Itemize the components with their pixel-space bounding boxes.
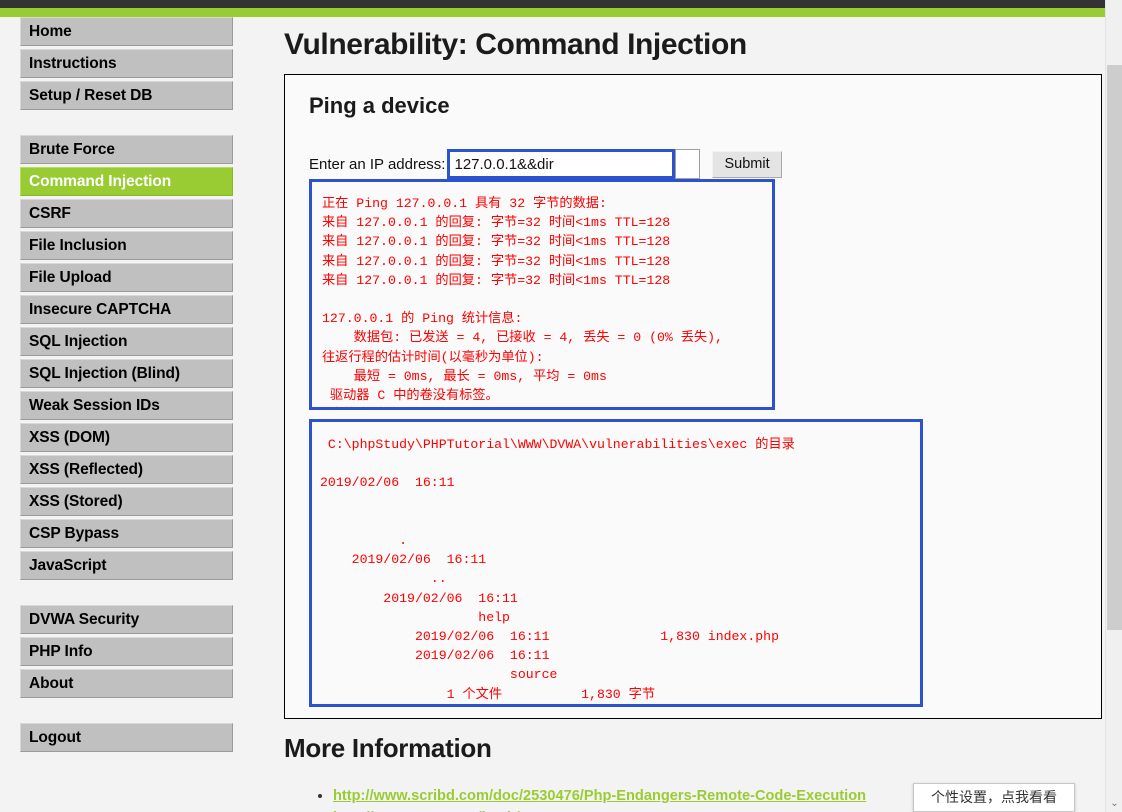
page-title: Vulnerability: Command Injection bbox=[284, 28, 747, 61]
top-dark-bar bbox=[0, 0, 1122, 8]
top-green-bar bbox=[0, 8, 1122, 17]
sidebar-group-main: Home Instructions Setup / Reset DB bbox=[0, 17, 255, 110]
browser-page: Home Instructions Setup / Reset DB Brute… bbox=[0, 0, 1122, 812]
scrollbar-thumb[interactable] bbox=[1107, 65, 1122, 630]
vulnerability-panel: Ping a device Enter an IP address: Submi… bbox=[284, 74, 1102, 719]
sidebar-item-logout[interactable]: Logout bbox=[20, 723, 233, 752]
list-item: http://www.ss64.com/bash/ bbox=[333, 807, 866, 812]
sidebar-item-insecure-captcha[interactable]: Insecure CAPTCHA bbox=[20, 295, 233, 324]
sidebar-item-about[interactable]: About bbox=[20, 669, 233, 698]
sidebar-divider-1 bbox=[0, 113, 255, 135]
sidebar-item-file-upload[interactable]: File Upload bbox=[20, 263, 233, 292]
main-content: Vulnerability: Command Injection Ping a … bbox=[255, 17, 1107, 812]
panel-heading: Ping a device bbox=[309, 93, 450, 118]
sidebar-item-csrf[interactable]: CSRF bbox=[20, 199, 233, 228]
ip-input-trailing-box bbox=[675, 149, 701, 179]
more-information-heading: More Information bbox=[284, 733, 492, 763]
sidebar-item-sql-injection[interactable]: SQL Injection bbox=[20, 327, 233, 356]
sidebar-group-session: Logout bbox=[0, 723, 255, 752]
vertical-scrollbar[interactable]: ⌄ bbox=[1105, 0, 1122, 812]
sidebar-item-weak-session-ids[interactable]: Weak Session IDs bbox=[20, 391, 233, 420]
sidebar-item-brute-force[interactable]: Brute Force bbox=[20, 135, 233, 164]
sidebar-item-setup-reset-db[interactable]: Setup / Reset DB bbox=[20, 81, 233, 110]
sidebar-divider-3 bbox=[0, 701, 255, 723]
sidebar-item-dvwa-security[interactable]: DVWA Security bbox=[20, 605, 233, 634]
sidebar-item-xss-dom[interactable]: XSS (DOM) bbox=[20, 423, 233, 452]
directory-listing-output-block: C:\phpStudy\PHPTutorial\WWW\DVWA\vulnera… bbox=[309, 419, 923, 707]
ip-address-input[interactable] bbox=[450, 152, 673, 176]
sidebar-item-instructions[interactable]: Instructions bbox=[20, 49, 233, 78]
sidebar-group-tools: DVWA Security PHP Info About bbox=[0, 605, 255, 698]
sidebar-item-php-info[interactable]: PHP Info bbox=[20, 637, 233, 666]
sidebar-item-javascript[interactable]: JavaScript bbox=[20, 551, 233, 580]
list-item: http://www.scribd.com/doc/2530476/Php-En… bbox=[333, 785, 866, 807]
ip-address-label: Enter an IP address: bbox=[309, 155, 446, 173]
sidebar-group-vulnerabilities: Brute Force Command Injection CSRF File … bbox=[0, 135, 255, 580]
sidebar-item-csp-bypass[interactable]: CSP Bypass bbox=[20, 519, 233, 548]
submit-button[interactable]: Submit bbox=[712, 150, 782, 178]
sidebar-item-sql-injection-blind[interactable]: SQL Injection (Blind) bbox=[20, 359, 233, 388]
reference-link-scribd[interactable]: http://www.scribd.com/doc/2530476/Php-En… bbox=[333, 788, 866, 804]
sidebar-item-xss-reflected[interactable]: XSS (Reflected) bbox=[20, 455, 233, 484]
chevron-down-icon[interactable]: ⌄ bbox=[1106, 795, 1122, 812]
sidebar-item-xss-stored[interactable]: XSS (Stored) bbox=[20, 487, 233, 516]
ping-output-block: 正在 Ping 127.0.0.1 具有 32 字节的数据: 来自 127.0.… bbox=[309, 179, 775, 410]
sidebar-item-file-inclusion[interactable]: File Inclusion bbox=[20, 231, 233, 260]
ping-form: Enter an IP address: Submit bbox=[309, 149, 782, 179]
sidebar-item-home[interactable]: Home bbox=[20, 17, 233, 46]
more-information-links: http://www.scribd.com/doc/2530476/Php-En… bbox=[315, 785, 866, 812]
sidebar-divider-2 bbox=[0, 583, 255, 605]
ip-input-highlight bbox=[447, 149, 676, 179]
sidebar-item-command-injection[interactable]: Command Injection bbox=[20, 167, 233, 196]
personal-settings-tooltip[interactable]: 个性设置，点我看看 bbox=[913, 783, 1075, 812]
sidebar-nav: Home Instructions Setup / Reset DB Brute… bbox=[0, 17, 255, 812]
